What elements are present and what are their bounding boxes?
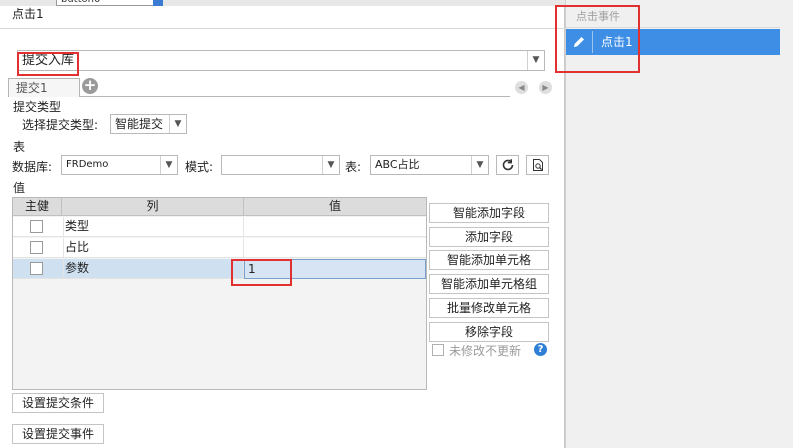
column-cell[interactable]: 占比: [63, 238, 244, 258]
database-value: FRDemo: [66, 159, 109, 170]
value-cell[interactable]: [244, 217, 426, 237]
dialog-title: 点击1: [12, 7, 44, 21]
column-cell[interactable]: 类型: [63, 217, 244, 237]
smart-add-cell-group-button[interactable]: 智能添加单元格组: [429, 274, 549, 294]
chevron-down-icon[interactable]: ▼: [527, 51, 544, 70]
database-label: 数据库:: [12, 160, 53, 174]
highlight-box: [555, 5, 640, 73]
grid-header-value: 值: [244, 198, 426, 216]
table-row[interactable]: 占比: [13, 238, 426, 258]
value-cell[interactable]: [244, 238, 426, 258]
section-table: 表: [13, 140, 26, 154]
section-submit-type: 提交类型: [13, 100, 62, 114]
chevron-down-icon[interactable]: ▼: [160, 156, 177, 174]
submit-type-select[interactable]: 提交入库 ▼: [17, 50, 545, 71]
column-cell[interactable]: 参数: [63, 259, 244, 279]
table-row[interactable]: 类型: [13, 217, 426, 237]
add-tab-icon[interactable]: +: [82, 78, 98, 94]
section-value: 值: [13, 181, 26, 195]
highlight-box: [17, 52, 79, 76]
table-select[interactable]: ABC占比 ▼: [370, 155, 489, 175]
tab-divider: [80, 96, 510, 97]
add-field-button[interactable]: 添加字段: [429, 227, 549, 247]
submit-mode-value: 智能提交: [115, 117, 164, 131]
refresh-button[interactable]: [496, 155, 519, 175]
unmodified-no-update-checkbox[interactable]: [432, 344, 444, 356]
grid-header-column: 列: [62, 198, 244, 216]
table-label: 表:: [345, 160, 362, 174]
remove-field-button[interactable]: 移除字段: [429, 322, 549, 342]
primary-key-checkbox[interactable]: [30, 241, 43, 254]
mode-label: 模式:: [185, 160, 214, 174]
preview-icon: [532, 159, 543, 171]
help-icon[interactable]: ?: [534, 343, 547, 356]
table-value: ABC占比: [375, 158, 420, 171]
field-grid: 主健 列 值 类型 占比 参数 1: [12, 197, 427, 390]
batch-modify-cell-button[interactable]: 批量修改单元格: [429, 298, 549, 318]
database-select[interactable]: FRDemo ▼: [61, 155, 178, 175]
table-row[interactable]: 参数 1: [13, 259, 426, 279]
unmodified-no-update-label: 未修改不更新: [449, 344, 522, 358]
grid-header-key: 主健: [13, 198, 62, 216]
primary-key-checkbox[interactable]: [30, 262, 43, 275]
submit-mode-select[interactable]: 智能提交 ▼: [110, 114, 187, 134]
chevron-down-icon[interactable]: ▼: [169, 115, 186, 133]
smart-add-cell-button[interactable]: 智能添加单元格: [429, 250, 549, 270]
refresh-icon: [502, 159, 513, 171]
tab-submit-1[interactable]: 提交1: [8, 78, 80, 97]
smart-add-field-button[interactable]: 智能添加字段: [429, 203, 549, 223]
set-submit-event-button[interactable]: 设置提交事件: [12, 424, 104, 444]
mode-select[interactable]: ▼: [221, 155, 340, 175]
tab-next-icon[interactable]: ▶: [539, 81, 552, 94]
highlight-box: [231, 259, 292, 286]
choose-type-label: 选择提交类型:: [22, 118, 99, 132]
chevron-down-icon[interactable]: ▼: [471, 156, 488, 174]
set-submit-condition-button[interactable]: 设置提交条件: [12, 393, 104, 413]
chevron-down-icon[interactable]: ▼: [322, 156, 339, 174]
primary-key-checkbox[interactable]: [30, 220, 43, 233]
preview-table-button[interactable]: [526, 155, 549, 175]
tab-prev-icon[interactable]: ◀: [515, 81, 528, 94]
divider: [0, 28, 565, 29]
